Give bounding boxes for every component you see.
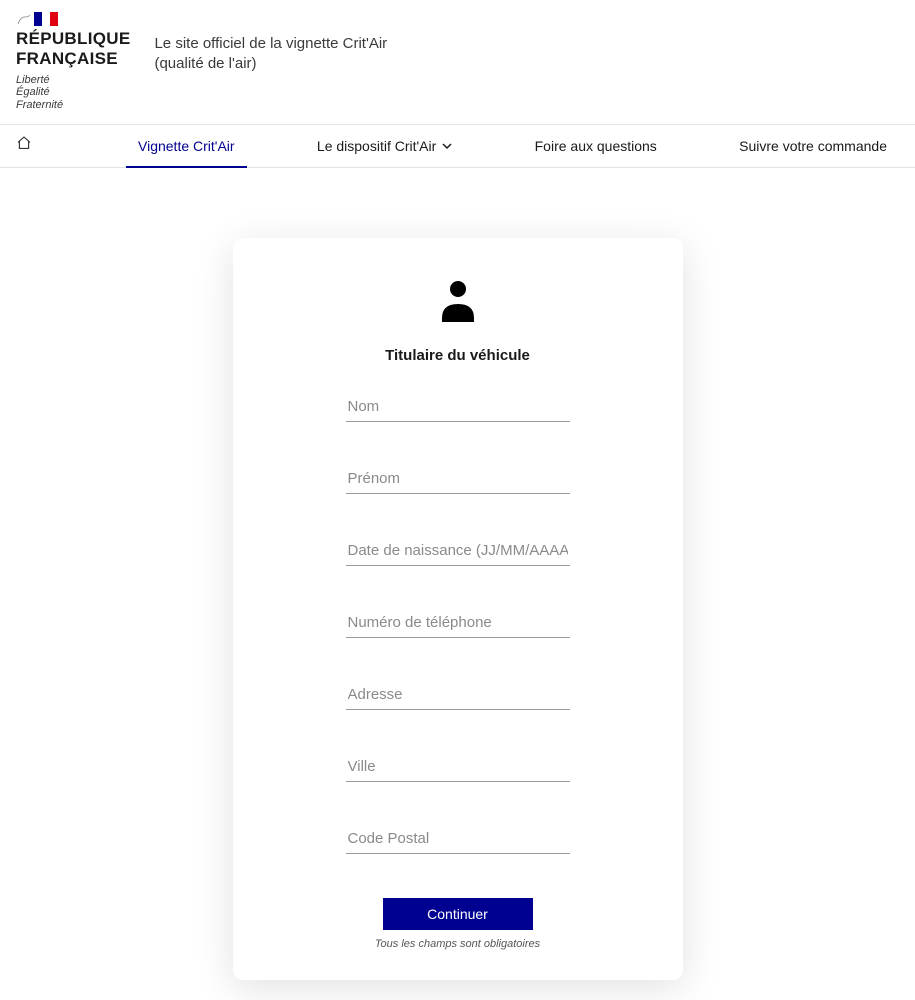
nav-dispositif-label: Le dispositif Crit'Air	[317, 138, 436, 154]
nav-dispositif[interactable]: Le dispositif Crit'Air	[305, 125, 464, 167]
form-title: Titulaire du véhicule	[385, 347, 530, 364]
form-card: Titulaire du véhicule Continuer Tous les…	[233, 238, 683, 980]
french-flag-icon	[34, 12, 58, 26]
motto-liberte: Liberté	[16, 74, 130, 87]
site-title: Le site officiel de la vignette Crit'Air…	[154, 12, 387, 73]
cp-input[interactable]	[346, 820, 570, 854]
tel-input[interactable]	[346, 604, 570, 638]
nav-vignette-label: Vignette Crit'Air	[138, 138, 235, 154]
main-content: Titulaire du véhicule Continuer Tous les…	[0, 168, 915, 1000]
logo-text-line2: FRANÇAISE	[16, 50, 130, 68]
dob-input[interactable]	[346, 532, 570, 566]
site-title-line2: (qualité de l'air)	[154, 54, 387, 74]
field-nom	[346, 388, 570, 422]
nav-faq[interactable]: Foire aux questions	[523, 125, 669, 167]
field-cp	[346, 820, 570, 854]
main-nav: Vignette Crit'Air Le dispositif Crit'Air…	[0, 124, 915, 168]
gov-logo: RÉPUBLIQUE FRANÇAISE Liberté Égalité Fra…	[16, 12, 130, 112]
flag-row	[16, 12, 130, 26]
motto: Liberté Égalité Fraternité	[16, 74, 130, 112]
nom-input[interactable]	[346, 388, 570, 422]
marianne-icon	[16, 12, 32, 26]
motto-fraternite: Fraternité	[16, 99, 130, 112]
field-dob	[346, 532, 570, 566]
home-icon[interactable]	[16, 135, 32, 156]
ville-input[interactable]	[346, 748, 570, 782]
header: RÉPUBLIQUE FRANÇAISE Liberté Égalité Fra…	[0, 0, 915, 124]
field-tel	[346, 604, 570, 638]
field-prenom	[346, 460, 570, 494]
nav-vignette[interactable]: Vignette Crit'Air	[126, 125, 247, 167]
adresse-input[interactable]	[346, 676, 570, 710]
continuer-button[interactable]: Continuer	[383, 898, 533, 930]
required-note: Tous les champs sont obligatoires	[375, 938, 540, 950]
chevron-down-icon	[442, 138, 452, 154]
field-adresse	[346, 676, 570, 710]
nav-faq-label: Foire aux questions	[535, 138, 657, 154]
prenom-input[interactable]	[346, 460, 570, 494]
motto-egalite: Égalité	[16, 86, 130, 99]
nav-suivre[interactable]: Suivre votre commande	[727, 125, 899, 167]
logo-text-line1: RÉPUBLIQUE	[16, 30, 130, 48]
nav-suivre-label: Suivre votre commande	[739, 138, 887, 154]
person-icon	[434, 274, 482, 327]
field-ville	[346, 748, 570, 782]
site-title-line1: Le site officiel de la vignette Crit'Air	[154, 34, 387, 54]
